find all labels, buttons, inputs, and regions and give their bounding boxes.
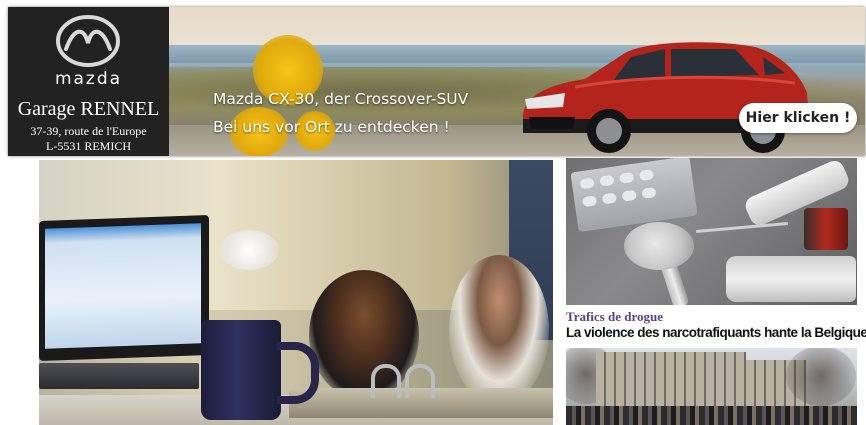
pill (638, 169, 655, 182)
mazda-ad-banner[interactable]: mazda Garage RENNEL 37-39, route de l'Eu… (8, 7, 865, 156)
red-suv-car-icon (523, 42, 809, 153)
laptop-screen (39, 215, 209, 361)
spoon-with-powder (624, 222, 694, 270)
ad-car-scene: Mazda CX-30, der Crossover-SUV Bei uns v… (169, 7, 865, 156)
laptop-display (45, 223, 201, 349)
pill (621, 189, 637, 202)
needle (696, 221, 788, 234)
pill (599, 174, 615, 187)
person-man-blur (449, 255, 549, 405)
tree (786, 348, 856, 406)
drugs-photo[interactable] (566, 158, 857, 305)
hier-klicken-button[interactable]: Hier klicken ! (739, 103, 857, 133)
side-article-drugs[interactable]: Trafics de drogue La violence des narcot… (566, 158, 866, 343)
mug-handle (277, 342, 319, 404)
pill (619, 171, 635, 184)
apartment-building (596, 352, 746, 410)
main-article-card[interactable] (17, 160, 553, 425)
crowd (566, 406, 857, 425)
side-article-city[interactable] (566, 348, 857, 425)
gutter (17, 160, 39, 425)
vial (804, 208, 848, 250)
mazda-logo-icon (56, 15, 120, 67)
office-desk-photo[interactable] (39, 160, 553, 425)
article-headline[interactable]: La violence des narcotrafiquants hante l… (566, 325, 866, 340)
garage-name: Garage RENNEL (17, 98, 160, 120)
lamp-blur (219, 230, 279, 270)
brand-wordmark: mazda (54, 69, 123, 89)
pill (579, 177, 595, 190)
dealer-brand-panel: mazda Garage RENNEL 37-39, route de l'Eu… (8, 7, 169, 156)
person-woman-blur (309, 270, 419, 400)
powder-bag (726, 256, 856, 302)
binder-ring (405, 364, 435, 398)
pill (641, 186, 657, 199)
laptop-keyboard (39, 363, 199, 389)
pill (601, 192, 618, 205)
binder-ring (371, 364, 401, 398)
ad-headline-line1: Mazda CX-30, der Crossover-SUV (213, 90, 469, 108)
coffee-mug (201, 320, 281, 420)
pill (581, 195, 598, 208)
article-kicker[interactable]: Trafics de drogue (566, 309, 663, 325)
pill-blister (570, 158, 698, 233)
garage-address-street: 37-39, route de l'Europe (30, 124, 147, 138)
garage-address-city: L-5531 REMICH (46, 139, 131, 153)
ad-headline-line2: Bei uns vor Ort zu entdecken ! (213, 118, 450, 136)
city-building-photo[interactable] (566, 348, 857, 425)
